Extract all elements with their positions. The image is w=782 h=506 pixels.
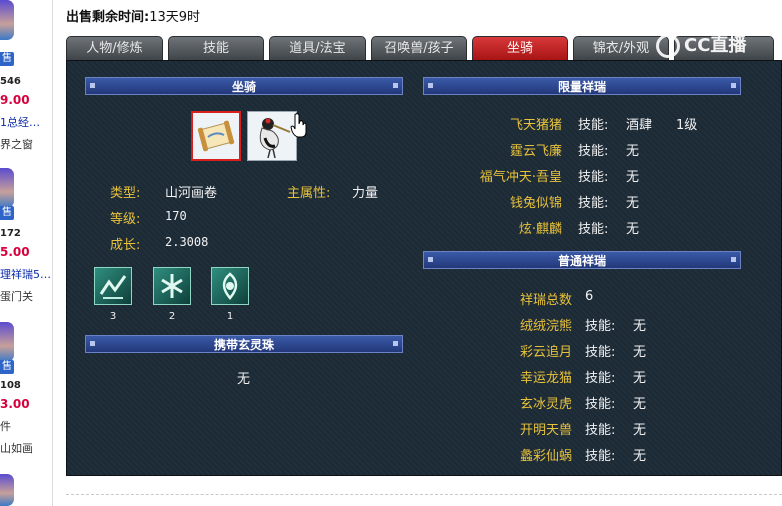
limited-auspicious-skill-label: 技能:: [578, 196, 609, 211]
watermark-text: CC直播: [684, 35, 747, 56]
normal-auspicious-name: 蠡彩仙蜗: [519, 449, 572, 464]
sell-badge: 售: [0, 52, 14, 66]
limited-auspicious-skill: 酒肆: [626, 118, 653, 133]
sell-badge: 售: [0, 360, 14, 374]
mount-skill-count: 1: [226, 311, 234, 322]
level-value: 170: [165, 209, 187, 223]
mount-section-title: 坐骑: [85, 77, 403, 95]
avatar[interactable]: [0, 168, 14, 208]
listing-price: 9.00: [0, 93, 30, 107]
limited-auspicious-section-title: 限量祥瑞: [423, 77, 741, 95]
limited-auspicious-level: 1级: [676, 118, 698, 133]
main-attr-label: 主属性:: [287, 186, 331, 201]
hand-cursor-icon: [290, 113, 307, 138]
avatar[interactable]: [0, 322, 14, 362]
tab-skills[interactable]: 技能: [168, 36, 264, 60]
limited-auspicious-skill-label: 技能:: [578, 222, 609, 237]
cc-live-watermark: CC直播: [656, 31, 782, 61]
avatar[interactable]: [0, 474, 14, 506]
listing-server: 界之窗: [0, 138, 33, 151]
listing-sidebar: 售 546 9.00 1总经… 界之窗 售 172 5.00 理祥瑞5… 蛋门关…: [0, 0, 53, 506]
growth-label: 成长:: [110, 238, 141, 253]
auspicious-total-value: 6: [585, 289, 594, 304]
tab-outfit[interactable]: 锦衣/外观: [573, 36, 669, 60]
tab-pets[interactable]: 召唤兽/孩子: [371, 36, 467, 60]
sale-remaining-value: 13天9时: [149, 10, 201, 25]
listing-price: 5.00: [0, 245, 30, 259]
mount-skill-count: 2: [168, 311, 176, 322]
normal-auspicious-skill: 无: [633, 449, 647, 464]
tab-character[interactable]: 人物/修炼: [66, 36, 163, 60]
normal-auspicious-skill: 无: [633, 423, 647, 438]
sale-remaining-time: 出售剩余时间:13天9时: [66, 6, 200, 25]
listing-level: 108: [0, 380, 21, 391]
listing-server: 山如画: [0, 442, 33, 455]
limited-auspicious-name: 炫·麒麟: [518, 222, 562, 237]
listing-price: 3.00: [0, 397, 30, 411]
normal-auspicious-skill-label: 技能:: [585, 397, 616, 412]
main-attr-value: 力量: [352, 186, 379, 201]
normal-auspicious-name: 玄冰灵虎: [519, 397, 572, 412]
normal-auspicious-skill-label: 技能:: [585, 319, 616, 334]
mount-detail-panel: 坐骑 类型: 山河画卷 主属性: 力量 等级: 170 成长: 2.3008 3…: [66, 60, 782, 476]
tab-items[interactable]: 道具/法宝: [269, 36, 366, 60]
limited-auspicious-skill: 无: [626, 196, 640, 211]
listing-desc-link[interactable]: 1总经…: [0, 114, 40, 130]
sell-badge: 售: [0, 206, 14, 220]
normal-auspicious-skill-label: 技能:: [585, 449, 616, 464]
level-label: 等级:: [110, 212, 141, 227]
normal-auspicious-skill-label: 技能:: [585, 345, 616, 360]
normal-auspicious-name: 开明天兽: [519, 423, 572, 438]
normal-auspicious-name: 幸运龙猫: [519, 371, 572, 386]
normal-auspicious-skill: 无: [633, 397, 647, 412]
limited-auspicious-name: 钱兔似锦: [509, 196, 562, 211]
normal-auspicious-name: 绒绒浣熊: [519, 319, 572, 334]
normal-auspicious-skill: 无: [633, 371, 647, 386]
auspicious-total-label: 祥瑞总数: [519, 293, 572, 308]
listing-server: 蛋门关: [0, 290, 33, 303]
normal-auspicious-name: 彩云追月: [519, 345, 572, 360]
limited-auspicious-skill-label: 技能:: [578, 170, 609, 185]
scroll-mount-icon[interactable]: [191, 111, 241, 161]
normal-auspicious-skill-label: 技能:: [585, 423, 616, 438]
normal-auspicious-section-title: 普通祥瑞: [423, 251, 741, 269]
limited-auspicious-skill: 无: [626, 144, 640, 159]
limited-auspicious-skill: 无: [626, 170, 640, 185]
normal-auspicious-skill-label: 技能:: [585, 371, 616, 386]
cc-logo-icon: [656, 34, 680, 58]
type-label: 类型:: [110, 186, 141, 201]
normal-auspicious-skill: 无: [633, 345, 647, 360]
mount-skill-icon[interactable]: [94, 267, 132, 305]
limited-auspicious-skill: 无: [626, 222, 640, 237]
limited-auspicious-name: 福气冲天·吾皇: [479, 170, 562, 185]
limited-auspicious-name: 霆云飞廉: [509, 144, 562, 159]
growth-value: 2.3008: [165, 235, 209, 249]
tab-mount[interactable]: 坐骑: [472, 36, 568, 60]
listing-level: 546: [0, 76, 21, 87]
spirit-bead-section-title: 携带玄灵珠: [85, 335, 403, 353]
divider: [66, 494, 782, 495]
mount-skill-icon[interactable]: [211, 267, 249, 305]
normal-auspicious-skill: 无: [633, 319, 647, 334]
listing-desc-link[interactable]: 理祥瑞5…: [0, 266, 51, 282]
limited-auspicious-skill-label: 技能:: [578, 118, 609, 133]
limited-auspicious-skill-label: 技能:: [578, 144, 609, 159]
spirit-bead-value: 无: [237, 372, 251, 387]
listing-desc[interactable]: 件: [0, 418, 11, 434]
mount-skill-count: 3: [109, 311, 117, 322]
mount-skill-icon[interactable]: [153, 267, 191, 305]
listing-level: 172: [0, 228, 21, 239]
type-value: 山河画卷: [165, 186, 218, 201]
avatar[interactable]: [0, 0, 14, 40]
limited-auspicious-name: 飞天猪猪: [509, 118, 562, 133]
sale-remaining-label: 出售剩余时间:: [66, 10, 150, 25]
